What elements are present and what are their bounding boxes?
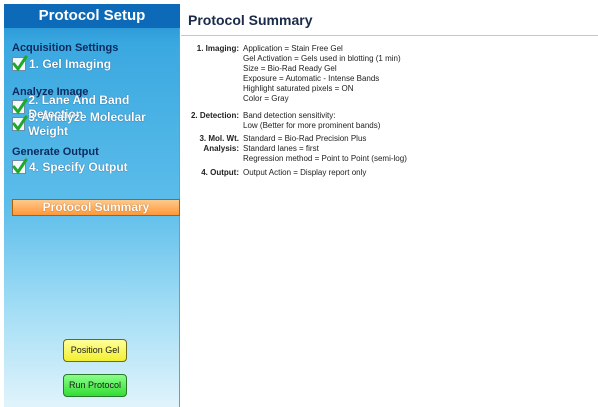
- checkmark-icon: [12, 115, 28, 132]
- summary-value: Regression method = Point to Point (semi…: [243, 154, 407, 163]
- step-analyze-molecular-weight[interactable]: 3. Analyze Molecular Weight: [12, 110, 179, 138]
- sidebar: Protocol Setup Acquisition Settings 1. G…: [4, 4, 180, 407]
- run-protocol-button[interactable]: Run Protocol: [63, 374, 127, 397]
- summary-item-detection: 2. Detection: Band detection sensitivity…: [181, 111, 380, 131]
- checkmark-icon: [12, 158, 28, 175]
- summary-value: Standard = Bio-Rad Precision Plus: [243, 134, 367, 143]
- summary-value: Application = Stain Free Gel: [243, 44, 343, 53]
- checkmark-icon: [12, 55, 28, 72]
- checkmark-icon: [12, 98, 28, 115]
- step-specify-output[interactable]: 4. Specify Output: [12, 158, 128, 175]
- summary-value: Band detection sensitivity:: [243, 111, 336, 120]
- summary-item-values: Application = Stain Free Gel Gel Activat…: [243, 44, 401, 104]
- summary-item-label-line: Analysis:: [203, 144, 239, 153]
- summary-item-label: 4. Output:: [201, 168, 239, 177]
- summary-item-values: Band detection sensitivity: Low (Better …: [243, 111, 380, 131]
- summary-value: Color = Gray: [243, 94, 289, 103]
- summary-item-label: 2. Detection:: [190, 111, 239, 120]
- sidebar-title: Protocol Setup: [4, 4, 180, 28]
- summary-item-values: Standard = Bio-Rad Precision Plus Standa…: [243, 134, 407, 164]
- summary-item-imaging: 1. Imaging: Application = Stain Free Gel…: [181, 44, 401, 104]
- protocol-summary-button[interactable]: Protocol Summary: [12, 199, 180, 216]
- summary-item-label: 1. Imaging:: [196, 44, 239, 53]
- summary-value: Output Action = Display report only: [243, 168, 367, 177]
- title-divider: [181, 35, 598, 36]
- section-label-acquisition: Acquisition Settings: [12, 42, 119, 54]
- step-label: 1. Gel Imaging: [29, 57, 112, 71]
- summary-value: Low (Better for more prominent bands): [243, 121, 381, 130]
- step-gel-imaging[interactable]: 1. Gel Imaging: [12, 55, 112, 72]
- summary-value: Highlight saturated pixels = ON: [243, 84, 354, 93]
- section-label-generate-output: Generate Output: [12, 146, 99, 158]
- position-gel-button[interactable]: Position Gel: [63, 339, 127, 362]
- summary-value: Gel Activation = Gels used in blotting (…: [243, 54, 401, 63]
- summary-item-values: Output Action = Display report only: [243, 168, 366, 178]
- step-label: 3. Analyze Molecular Weight: [28, 110, 146, 138]
- summary-panel: Protocol Summary 1. Imaging: Application…: [181, 4, 598, 407]
- summary-value: Standard lanes = first: [243, 144, 319, 153]
- page-title: Protocol Summary: [188, 12, 313, 28]
- step-label: 4. Specify Output: [29, 160, 128, 174]
- summary-item-label-line: 3. Mol. Wt.: [199, 134, 239, 143]
- summary-item-mol-wt-analysis: 3. Mol. Wt. Analysis: Standard = Bio-Rad…: [181, 134, 407, 164]
- summary-item-output: 4. Output: Output Action = Display repor…: [181, 168, 366, 178]
- summary-value: Size = Bio-Rad Ready Gel: [243, 64, 337, 73]
- summary-item-label: 3. Mol. Wt. Analysis:: [181, 134, 243, 164]
- summary-value: Exposure = Automatic - Intense Bands: [243, 74, 380, 83]
